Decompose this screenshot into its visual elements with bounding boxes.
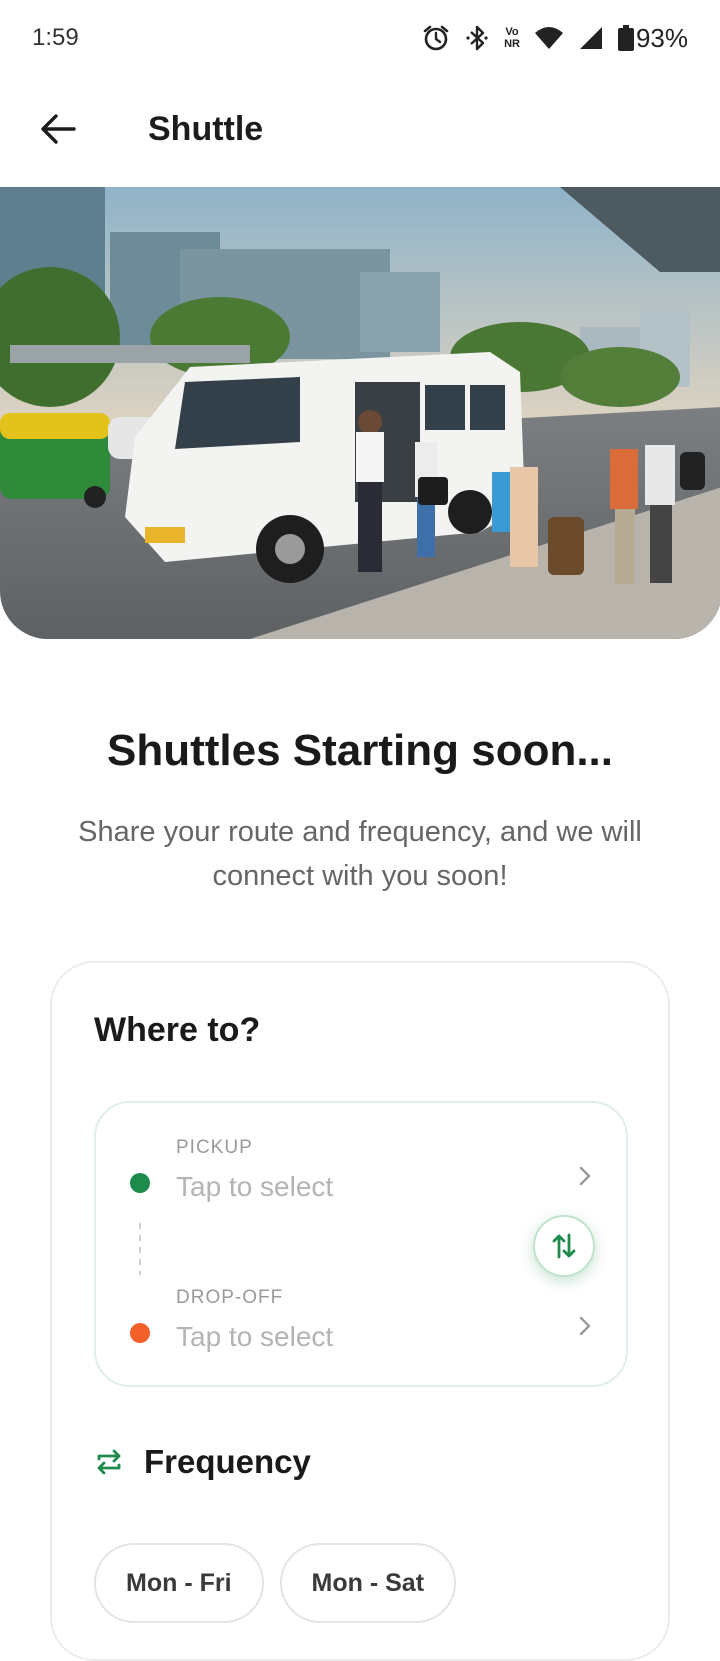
arrow-left-icon — [41, 114, 76, 144]
hero-image — [0, 187, 720, 639]
pickup-dot-icon — [130, 1173, 150, 1193]
frequency-header: Frequency — [94, 1443, 311, 1481]
dropoff-dot-icon — [130, 1323, 150, 1343]
card-title: Where to? — [94, 1011, 261, 1049]
shuttle-van-illustration — [0, 187, 720, 639]
dropoff-row[interactable]: DROP-OFF Tap to select — [96, 1275, 630, 1385]
repeat-icon — [97, 1449, 121, 1475]
bluetooth-icon — [466, 25, 488, 51]
page-title: Shuttle — [148, 109, 264, 148]
headline: Shuttles Starting soon... — [106, 726, 614, 775]
signal-icon — [579, 27, 602, 49]
volte-icon: Vo NR — [504, 26, 520, 50]
dropoff-value: Tap to select — [176, 1321, 334, 1352]
alarm-icon — [423, 25, 449, 51]
chip-mon-fri[interactable]: Mon - Fri — [94, 1543, 264, 1623]
battery-percent: 93% — [635, 22, 688, 53]
chevron-right-icon — [579, 1316, 591, 1336]
chevron-right-icon — [579, 1166, 591, 1186]
route-connector — [139, 1223, 141, 1275]
route-box: PICKUP Tap to select DROP-OFF Tap to sel… — [94, 1101, 628, 1387]
subtext: Share your route and frequency, and we w… — [78, 816, 642, 892]
battery-icon — [617, 25, 634, 51]
back-button[interactable] — [0, 84, 116, 174]
status-bar: 1:59 Vo NR 93% — [0, 0, 720, 76]
status-time: 1:59 — [32, 24, 79, 51]
frequency-title: Frequency — [144, 1443, 311, 1480]
wifi-icon — [534, 27, 563, 49]
swap-vertical-icon — [552, 1233, 576, 1259]
status-icons: Vo NR 93% — [422, 23, 688, 54]
chip-mon-sat[interactable]: Mon - Sat — [279, 1543, 457, 1623]
dropoff-label: DROP-OFF — [176, 1287, 284, 1308]
route-card: Where to? PICKUP Tap to select DROP-OFF … — [50, 961, 670, 1661]
pickup-value: Tap to select — [176, 1171, 334, 1202]
app-bar: Shuttle — [0, 84, 720, 174]
frequency-chips: Mon - Fri Mon - Sat — [94, 1543, 457, 1623]
swap-locations-button[interactable] — [533, 1215, 595, 1277]
pickup-label: PICKUP — [176, 1137, 253, 1158]
